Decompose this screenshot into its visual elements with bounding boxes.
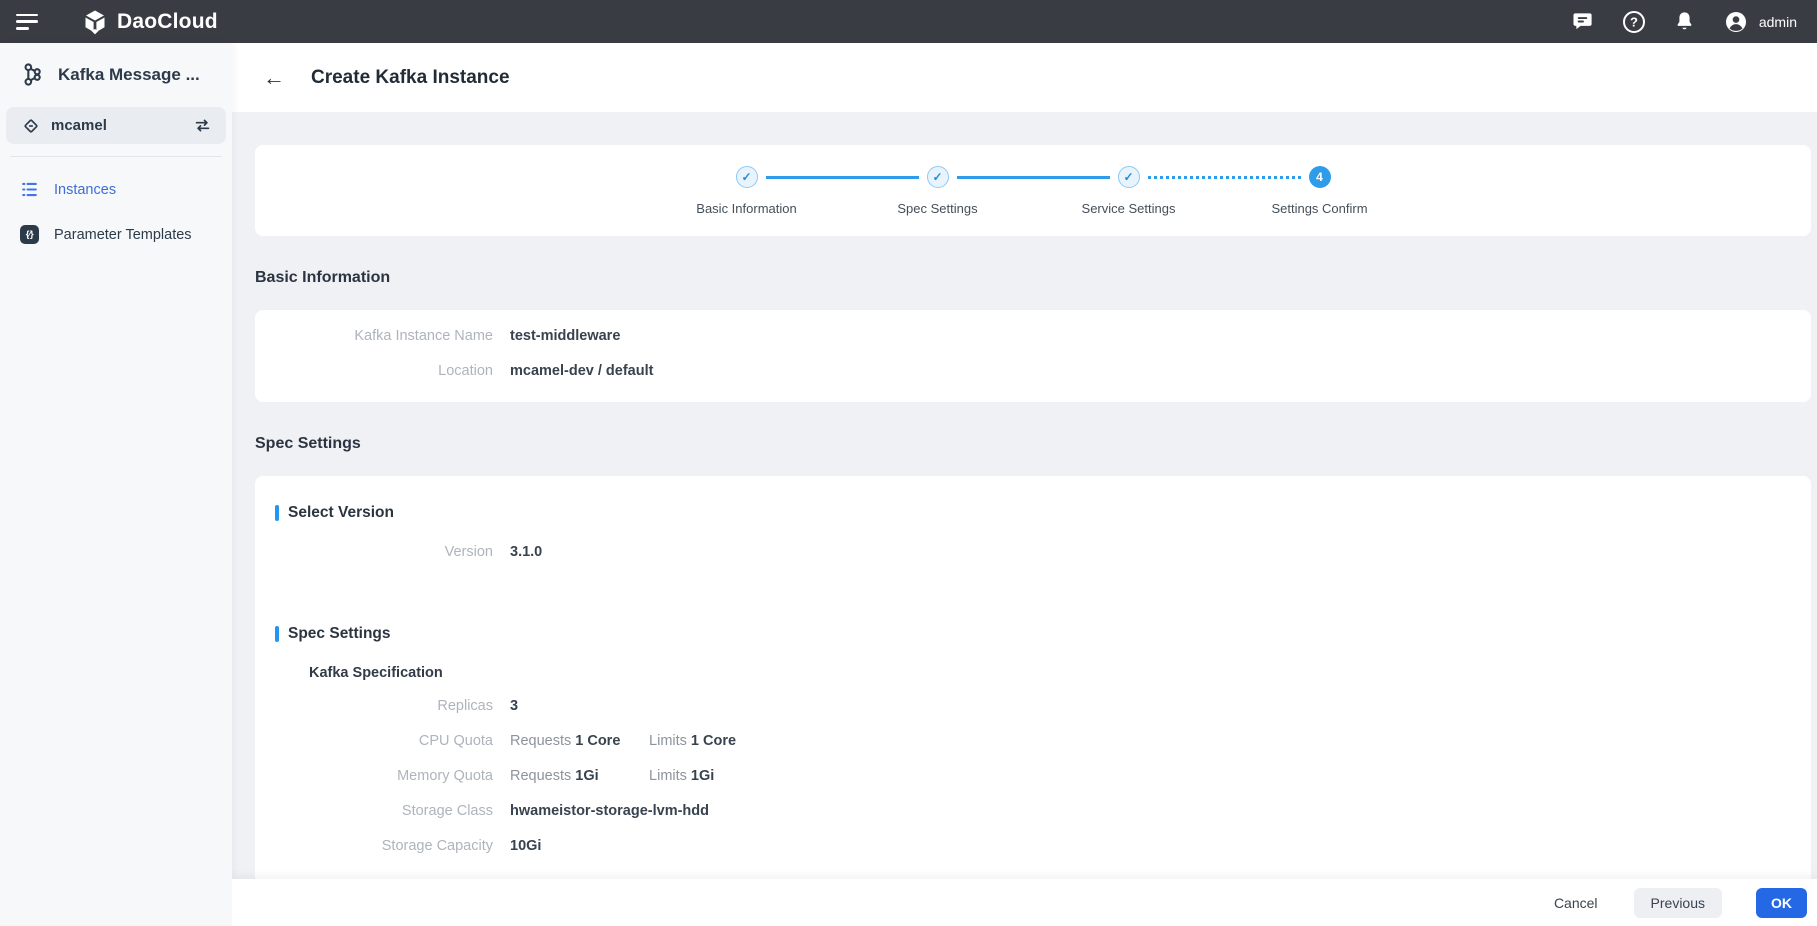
spec-settings-card: Select Version Version 3.1.0 Spec Settin… bbox=[255, 476, 1811, 879]
field-label: Storage Capacity bbox=[381, 838, 493, 854]
cancel-button[interactable]: Cancel bbox=[1552, 888, 1600, 918]
field-label: Memory Quota bbox=[397, 768, 493, 784]
ok-button[interactable]: OK bbox=[1756, 887, 1807, 918]
content: ✓ Basic Information ✓ Spec Settings ✓ Se… bbox=[232, 112, 1817, 879]
group-title-kafka-specification: Kafka Specification bbox=[309, 665, 443, 681]
step-check-icon: ✓ bbox=[1117, 165, 1140, 188]
form-row: Replicas 3 bbox=[275, 698, 1791, 714]
workspace-name: mcamel bbox=[51, 117, 107, 134]
field-label: Replicas bbox=[437, 698, 493, 714]
requests-label: Requests bbox=[510, 768, 572, 784]
step-basic-information[interactable]: ✓ Basic Information bbox=[651, 165, 842, 216]
step-check-icon: ✓ bbox=[735, 165, 758, 188]
list-icon bbox=[20, 180, 39, 199]
field-value: hwameistor-storage-lvm-hdd bbox=[510, 803, 709, 819]
step-label: Service Settings bbox=[1081, 200, 1176, 216]
chat-icon[interactable] bbox=[1571, 10, 1595, 34]
page-title: Create Kafka Instance bbox=[311, 66, 510, 88]
brand-name: DaoCloud bbox=[117, 9, 218, 33]
app-title: Kafka Message ... bbox=[58, 64, 200, 84]
daocloud-logo-icon bbox=[82, 9, 108, 35]
subsection-title-label: Spec Settings bbox=[288, 625, 391, 642]
requests-value: 1 Core bbox=[575, 733, 621, 749]
sidebar: Kafka Message ... mcamel Instances {∕} P… bbox=[0, 43, 232, 926]
field-label: CPU Quota bbox=[418, 733, 493, 749]
field-value: test-middleware bbox=[510, 328, 621, 344]
app-header: Kafka Message ... bbox=[0, 43, 232, 104]
accent-bar bbox=[275, 626, 279, 642]
field-value: 10Gi bbox=[510, 838, 542, 854]
sidebar-item-instances[interactable]: Instances bbox=[0, 167, 232, 212]
form-row: Memory Quota Requests 1Gi Limits 1Gi bbox=[275, 768, 1791, 784]
svg-text:?: ? bbox=[1630, 14, 1638, 29]
subsection-spec-settings: Spec Settings bbox=[275, 625, 1791, 643]
previous-button[interactable]: Previous bbox=[1633, 887, 1722, 918]
form-row: Storage Class hwameistor-storage-lvm-hdd bbox=[275, 803, 1791, 819]
switch-workspace-icon[interactable] bbox=[193, 116, 212, 135]
menu-icon[interactable] bbox=[16, 13, 40, 30]
form-row: Version 3.1.0 bbox=[275, 544, 1791, 560]
limits-label: Limits bbox=[649, 768, 687, 784]
step-settings-confirm[interactable]: 4 Settings Confirm bbox=[1147, 165, 1415, 216]
sidebar-item-label: Instances bbox=[54, 181, 117, 198]
section-title-spec-settings: Spec Settings bbox=[255, 435, 361, 452]
stepper-card: ✓ Basic Information ✓ Spec Settings ✓ Se… bbox=[255, 145, 1811, 236]
step-service-settings[interactable]: ✓ Service Settings bbox=[956, 165, 1224, 216]
braces-icon: {∕} bbox=[20, 225, 39, 244]
form-row: Storage Capacity 10Gi bbox=[275, 838, 1791, 854]
help-icon[interactable]: ? bbox=[1622, 10, 1646, 34]
workspace-selector[interactable]: mcamel bbox=[6, 107, 226, 144]
step-label: Basic Information bbox=[696, 200, 797, 216]
step-label: Spec Settings bbox=[897, 200, 978, 216]
username[interactable]: admin bbox=[1759, 14, 1797, 30]
limits-label: Limits bbox=[649, 733, 687, 749]
workspace-icon bbox=[22, 117, 40, 135]
field-label: Location bbox=[438, 363, 493, 379]
field-value: mcamel-dev / default bbox=[510, 363, 654, 379]
step-label: Settings Confirm bbox=[1271, 200, 1368, 216]
field-label: Version bbox=[444, 544, 493, 560]
limits-value: 1Gi bbox=[690, 768, 715, 784]
field-label: Kafka Instance Name bbox=[354, 328, 493, 344]
subsection-select-version: Select Version bbox=[275, 504, 1791, 522]
arrow-left-icon[interactable]: ← bbox=[263, 66, 285, 89]
field-label: Storage Class bbox=[401, 803, 493, 819]
kafka-icon bbox=[20, 62, 45, 87]
step-number: 4 bbox=[1308, 165, 1331, 188]
bell-icon[interactable] bbox=[1673, 10, 1697, 34]
field-value: Requests 1 Core Limits 1 Core bbox=[510, 733, 736, 749]
basic-information-card: Kafka Instance Name test-middleware Loca… bbox=[255, 310, 1811, 402]
field-value: Requests 1Gi Limits 1Gi bbox=[510, 768, 714, 784]
field-value: 3.1.0 bbox=[510, 544, 543, 560]
sidebar-item-parameter-templates[interactable]: {∕} Parameter Templates bbox=[0, 212, 232, 257]
sidebar-divider bbox=[10, 156, 222, 157]
form-row: Location mcamel-dev / default bbox=[275, 363, 1791, 379]
user-avatar-icon[interactable] bbox=[1724, 10, 1748, 34]
requests-label: Requests bbox=[510, 733, 572, 749]
step-check-icon: ✓ bbox=[926, 165, 949, 188]
field-value: 3 bbox=[510, 698, 519, 714]
accent-bar bbox=[275, 505, 279, 521]
step-spec-settings[interactable]: ✓ Spec Settings bbox=[765, 165, 1033, 216]
stepper: ✓ Basic Information ✓ Spec Settings ✓ Se… bbox=[651, 165, 1415, 216]
footer-actions: Cancel Previous OK bbox=[232, 879, 1817, 926]
subsection-title-label: Select Version bbox=[288, 504, 394, 521]
form-row: CPU Quota Requests 1 Core Limits 1 Core bbox=[275, 733, 1791, 749]
form-row: Kafka Instance Name test-middleware bbox=[275, 328, 1791, 344]
sidebar-item-label: Parameter Templates bbox=[54, 226, 192, 243]
main-area: ← Create Kafka Instance ✓ Basic Informat… bbox=[232, 43, 1817, 926]
topbar: DaoCloud ? admin bbox=[0, 0, 1817, 43]
section-title-basic-information: Basic Information bbox=[255, 269, 391, 286]
limits-value: 1 Core bbox=[690, 733, 737, 749]
requests-value: 1Gi bbox=[575, 768, 599, 784]
page-header: ← Create Kafka Instance bbox=[232, 43, 1817, 112]
brand[interactable]: DaoCloud bbox=[82, 9, 218, 35]
